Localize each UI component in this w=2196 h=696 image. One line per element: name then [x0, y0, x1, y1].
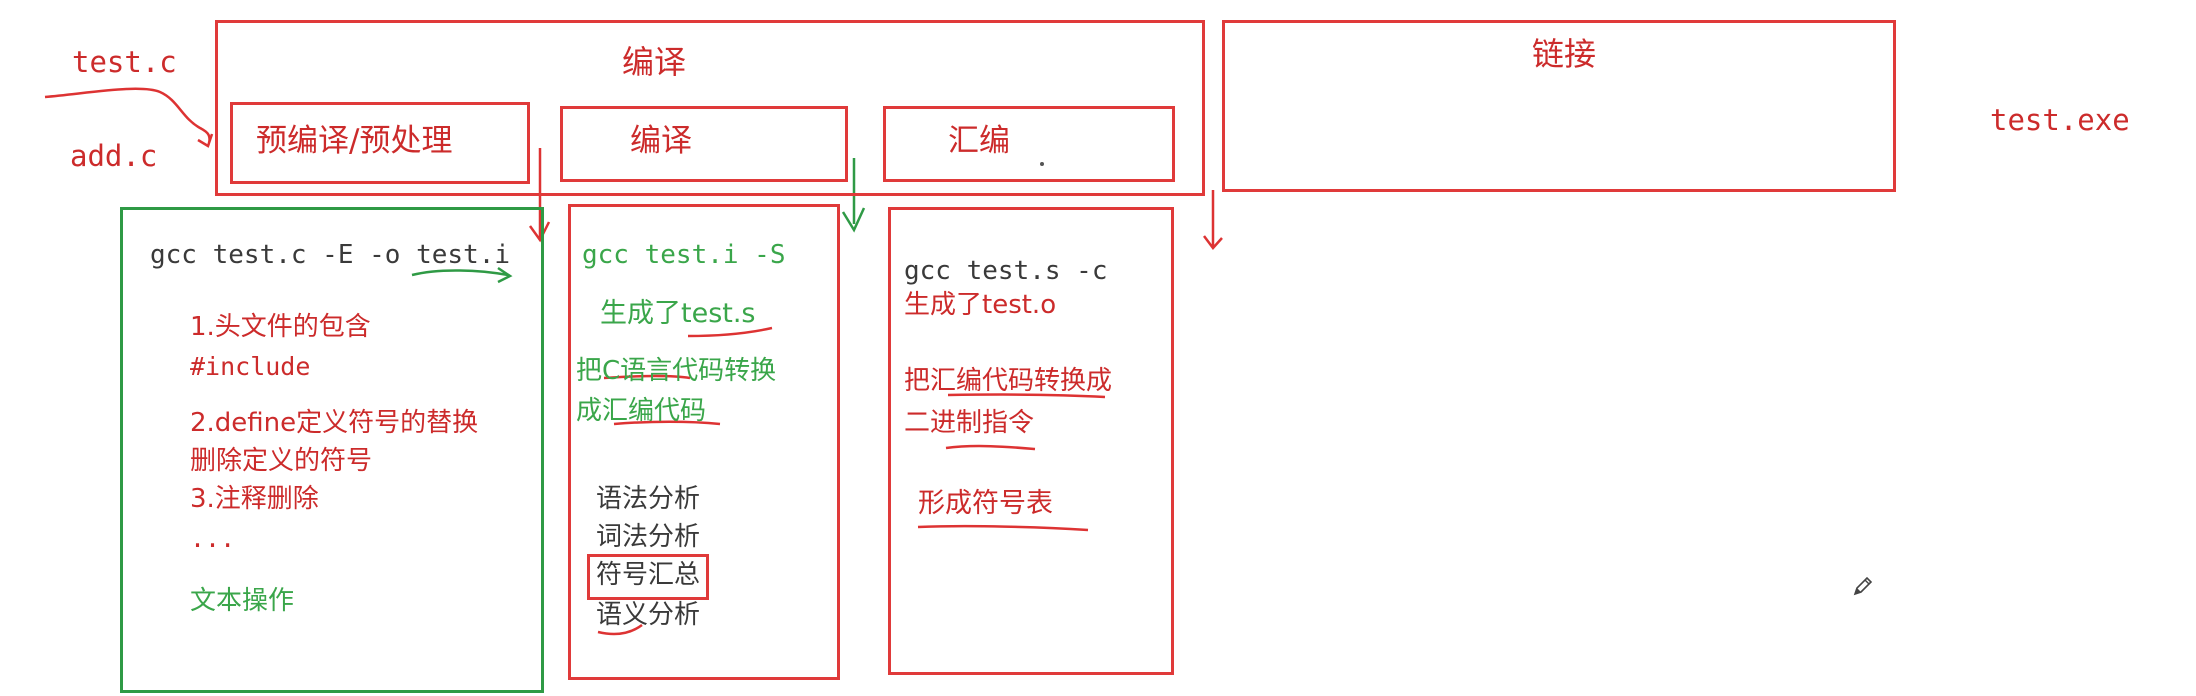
stage-compile-label: 编译	[630, 123, 692, 159]
link-title: 链接	[1532, 35, 1597, 73]
preprocess-item-3: 3.注释删除	[190, 484, 319, 514]
assemble-generated: 生成了test.o	[904, 290, 1057, 320]
stage-preprocess-label: 预编译/预处理	[256, 123, 453, 159]
input-bracket	[44, 87, 214, 148]
input-file-add-c: add.c	[70, 139, 158, 173]
output-file-test-exe: test.exe	[1990, 103, 2130, 137]
preprocess-summary: 文本操作	[190, 586, 295, 616]
compile-command: gcc test.i -S	[582, 240, 786, 270]
assemble-desc-line-1: 把汇编代码转换成	[904, 366, 1113, 396]
compile-desc-line-2: 成汇编代码	[576, 396, 707, 426]
preprocess-item-2: 2.define定义符号的替换	[190, 408, 479, 438]
compile-step-symbol-summary: 符号汇总	[596, 560, 701, 590]
preprocess-item-1-sub: #include	[190, 352, 311, 381]
diagram-canvas: test.c add.c test.exe 编译 预编译/预处理 编译 汇编 链…	[0, 0, 2196, 696]
preprocess-command: gcc test.c -E -o test.i	[150, 240, 511, 270]
assemble-desc-line-2: 二进制指令	[904, 408, 1035, 438]
link-down-arrow	[1203, 190, 1223, 250]
compile-step-syntax: 语法分析	[596, 484, 701, 514]
compile-generated: 生成了test.s	[600, 298, 756, 329]
assemble-symbol-table: 形成符号表	[918, 488, 1053, 519]
compile-group-title: 编译	[622, 43, 687, 81]
compile-step-lexical: 词法分析	[596, 522, 701, 552]
compile-step-semantic: 语义分析	[596, 600, 701, 630]
preprocess-item-1: 1.头文件的包含	[190, 312, 371, 342]
input-file-test-c: test.c	[72, 45, 177, 79]
assemble-command: gcc test.s -c	[904, 256, 1108, 286]
stage-compile-box	[560, 106, 848, 182]
pencil-icon	[1853, 576, 1873, 596]
preprocess-ellipsis: ...	[190, 524, 236, 553]
stage-assemble-box	[883, 106, 1175, 182]
preprocess-item-2-sub: 删除定义的符号	[190, 446, 373, 476]
compile-desc-line-1: 把C语言代码转换	[576, 356, 777, 386]
stage-assemble-label: 汇编	[948, 123, 1010, 159]
